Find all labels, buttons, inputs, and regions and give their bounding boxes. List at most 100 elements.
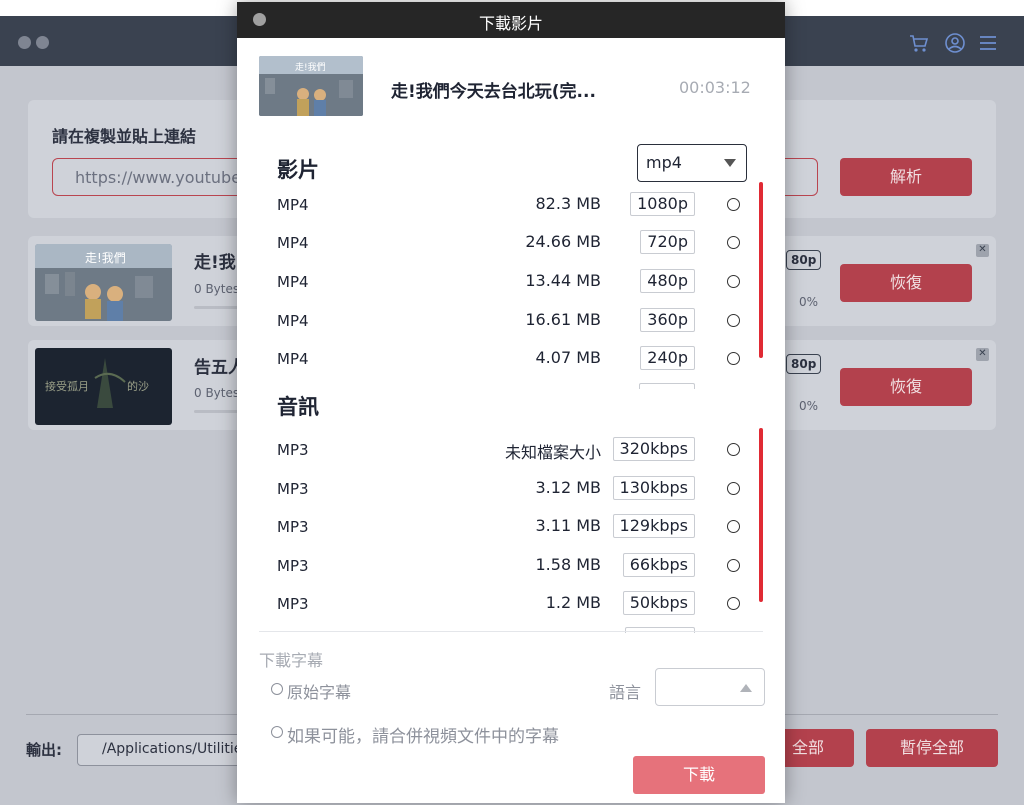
progress-bar xyxy=(194,306,238,309)
partial-row-edge xyxy=(639,383,695,389)
parse-button[interactable]: 解析 xyxy=(840,158,972,196)
option-type: MP3 xyxy=(277,518,309,536)
svg-text:接受孤月: 接受孤月 xyxy=(45,380,89,393)
item-bytes: 0 Bytes xyxy=(194,386,240,400)
video-option-row[interactable]: MP4 82.3 MB 1080p xyxy=(237,186,785,224)
download-button[interactable]: 下載 xyxy=(633,756,765,794)
option-size: 82.3 MB xyxy=(535,194,602,213)
audio-list-scrollbar[interactable] xyxy=(759,428,763,602)
url-input-value: https://www.youtube. xyxy=(75,168,247,187)
svg-text:走!我們: 走!我們 xyxy=(295,61,326,73)
option-size: 未知檔案大小 xyxy=(504,443,601,462)
dropdown-arrow-icon xyxy=(740,684,752,692)
paste-link-label: 請在複製並貼上連結 xyxy=(52,127,197,146)
option-type: MP4 xyxy=(277,273,309,291)
dropdown-arrow-icon xyxy=(724,159,736,167)
progress-bar xyxy=(194,410,238,413)
output-path-field[interactable]: /Applications/Utilitie xyxy=(77,734,247,766)
option-radio[interactable] xyxy=(727,482,740,495)
option-quality: 480p xyxy=(640,269,695,293)
option-quality: 129kbps xyxy=(612,514,695,538)
option-quality: 360p xyxy=(640,308,695,332)
audio-option-row[interactable]: MP3 未知檔案大小 320kbps xyxy=(237,431,785,469)
audio-section-title: 音訊 xyxy=(277,395,319,419)
video-duration: 00:03:12 xyxy=(679,78,751,97)
video-option-row[interactable]: MP4 16.61 MB 360p xyxy=(237,302,785,340)
audio-option-row[interactable]: MP3 3.11 MB 129kbps xyxy=(237,508,785,546)
video-thumbnail: 走!我們 xyxy=(259,56,363,116)
svg-text:的沙: 的沙 xyxy=(127,379,149,393)
option-quality: 240p xyxy=(640,346,695,370)
resume-button[interactable]: 恢復 xyxy=(840,264,972,302)
video-option-row[interactable]: MP4 4.07 MB 240p xyxy=(237,340,785,378)
option-radio[interactable] xyxy=(727,352,740,365)
pause-all-button[interactable]: 暫停全部 xyxy=(866,729,998,767)
subtitle-section-title: 下載字幕 xyxy=(259,651,324,670)
dialog-title: 下載影片 xyxy=(478,14,543,33)
option-quality: 130kbps xyxy=(612,476,695,500)
window-close-dot[interactable] xyxy=(18,36,31,49)
progress-percent: 0% xyxy=(799,399,819,413)
option-type: MP4 xyxy=(277,312,309,330)
merge-subtitle-checkbox[interactable] xyxy=(271,726,283,738)
option-radio[interactable] xyxy=(727,275,740,288)
option-size: 16.61 MB xyxy=(525,310,601,329)
option-radio[interactable] xyxy=(727,236,740,249)
option-type: MP4 xyxy=(277,350,309,368)
option-size: 3.12 MB xyxy=(535,478,602,497)
menu-icon[interactable] xyxy=(977,32,999,54)
option-radio[interactable] xyxy=(727,314,740,327)
format-select[interactable]: mp4 xyxy=(637,144,747,182)
window-minimize-dot[interactable] xyxy=(36,36,49,49)
option-radio[interactable] xyxy=(727,559,740,572)
user-icon[interactable] xyxy=(944,32,966,54)
option-radio[interactable] xyxy=(727,520,740,533)
option-radio[interactable] xyxy=(727,198,740,211)
remove-item-icon[interactable]: ✕ xyxy=(976,244,989,257)
audio-option-row[interactable]: MP3 1.2 MB 50kbps xyxy=(237,585,785,623)
option-size: 24.66 MB xyxy=(525,232,601,251)
option-type: MP3 xyxy=(277,595,309,613)
option-quality: 66kbps xyxy=(622,553,695,577)
format-select-value: mp4 xyxy=(646,153,682,172)
video-option-row[interactable]: MP4 13.44 MB 480p xyxy=(237,263,785,301)
video-thumbnail: 走!我們 xyxy=(35,244,172,321)
option-radio[interactable] xyxy=(727,443,740,456)
option-type: MP3 xyxy=(277,557,309,575)
partial-row-edge xyxy=(625,627,695,633)
option-quality: 1080p xyxy=(630,192,695,216)
audio-option-row[interactable]: MP3 1.58 MB 66kbps xyxy=(237,547,785,585)
audio-option-row[interactable]: MP3 3.12 MB 130kbps xyxy=(237,470,785,508)
quality-tag: 80p xyxy=(786,354,822,374)
subtitle-divider xyxy=(259,631,763,632)
progress-percent: 0% xyxy=(799,295,819,309)
original-subtitle-label[interactable]: 原始字幕 xyxy=(287,679,351,703)
language-label: 語言 xyxy=(609,683,642,702)
option-size: 3.11 MB xyxy=(535,516,602,535)
option-quality: 50kbps xyxy=(622,591,695,615)
item-bytes: 0 Bytes xyxy=(194,282,240,296)
remove-item-icon[interactable]: ✕ xyxy=(976,348,989,361)
resume-button[interactable]: 恢復 xyxy=(840,368,972,406)
original-subtitle-radio[interactable] xyxy=(271,683,283,695)
option-size: 1.2 MB xyxy=(545,593,601,612)
option-size: 13.44 MB xyxy=(525,271,601,290)
video-title: 走!我們今天去台北玩(完... xyxy=(391,82,596,102)
download-video-dialog: 下載影片 走!我們 走!我們今天去台北玩(完... 00:03:12 影片 mp… xyxy=(237,2,785,803)
option-type: MP4 xyxy=(277,196,309,214)
cart-icon[interactable] xyxy=(908,32,930,54)
merge-subtitle-label[interactable]: 如果可能，請合併視頻文件中的字幕 xyxy=(287,722,559,747)
svg-text:走!我們: 走!我們 xyxy=(85,251,126,265)
option-type: MP3 xyxy=(277,441,309,459)
video-section-title: 影片 xyxy=(277,158,319,182)
option-size: 4.07 MB xyxy=(535,348,602,367)
option-type: MP3 xyxy=(277,480,309,498)
output-label: 輸出: xyxy=(26,741,62,759)
quality-tag: 80p xyxy=(786,250,822,270)
video-list-scrollbar[interactable] xyxy=(759,182,763,358)
option-type: MP4 xyxy=(277,234,309,252)
option-radio[interactable] xyxy=(727,597,740,610)
option-size: 1.58 MB xyxy=(535,555,602,574)
video-option-row[interactable]: MP4 24.66 MB 720p xyxy=(237,224,785,262)
language-select[interactable] xyxy=(655,668,765,706)
